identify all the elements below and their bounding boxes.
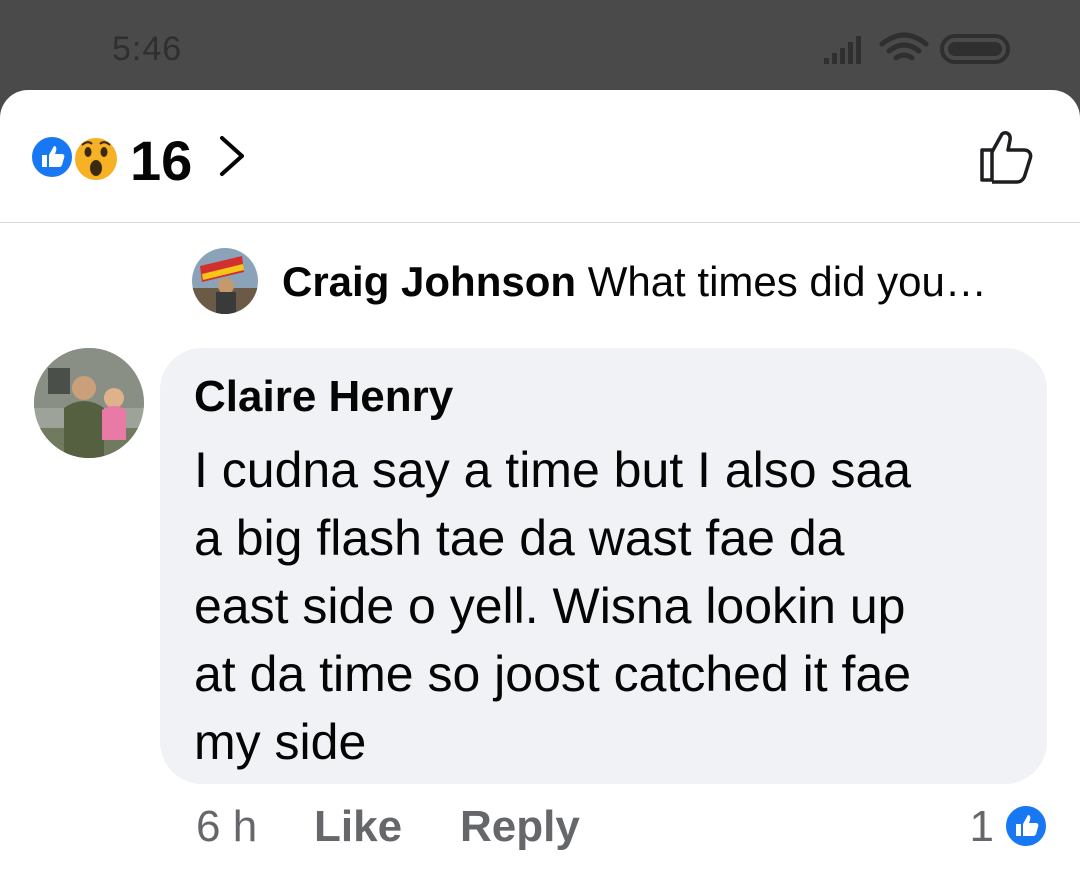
parent-author[interactable]: Craig Johnson [282,258,576,305]
reactions-bar[interactable]: 16 [0,90,1080,223]
comment-bubble[interactable]: Claire Henry I cudna say a time but I al… [160,348,1047,784]
parent-comment-text: Craig Johnson What times did you… [282,258,987,306]
comment-line: a big flash tae da wast fae da [194,510,845,566]
comment-text: I cudna say a time but I also saa a big … [194,436,1014,776]
like-reaction-icon[interactable] [1004,804,1048,848]
status-bar: 5:46 [0,0,1080,92]
comment-line: at da time so joost catched it fae [194,646,912,702]
parent-snippet: What times did you… [587,258,987,305]
reaction-count[interactable]: 16 [130,128,192,193]
reply-button[interactable]: Reply [460,802,580,852]
comments-sheet: 16 Craig Johnson What times did you… Cla… [0,90,1080,880]
wow-reaction-icon [72,135,119,182]
comment-actions: 6 h Like Reply 1 [196,802,1056,862]
battery-icon [940,34,1010,64]
comment-timestamp: 6 h [196,802,258,851]
like-reaction-icon [30,135,74,179]
comment-reaction-count[interactable]: 1 [970,802,994,852]
comment-author[interactable]: Claire Henry [194,372,453,422]
status-time: 5:46 [112,30,183,68]
wifi-icon [879,32,929,61]
chevron-right-icon[interactable] [214,134,248,178]
signal-icon [824,36,861,64]
status-icons [824,30,1024,70]
avatar-claire-henry[interactable] [34,348,144,458]
comment-line: I cudna say a time but I also saa [194,442,912,498]
like-outline-icon[interactable] [978,126,1036,184]
comment-line: east side o yell. Wisna lookin up [194,578,906,634]
like-button[interactable]: Like [314,802,402,852]
parent-comment-preview[interactable]: Craig Johnson What times did you… [192,248,1032,314]
comment-line: my side [194,714,367,770]
avatar-craig-johnson[interactable] [192,248,258,314]
